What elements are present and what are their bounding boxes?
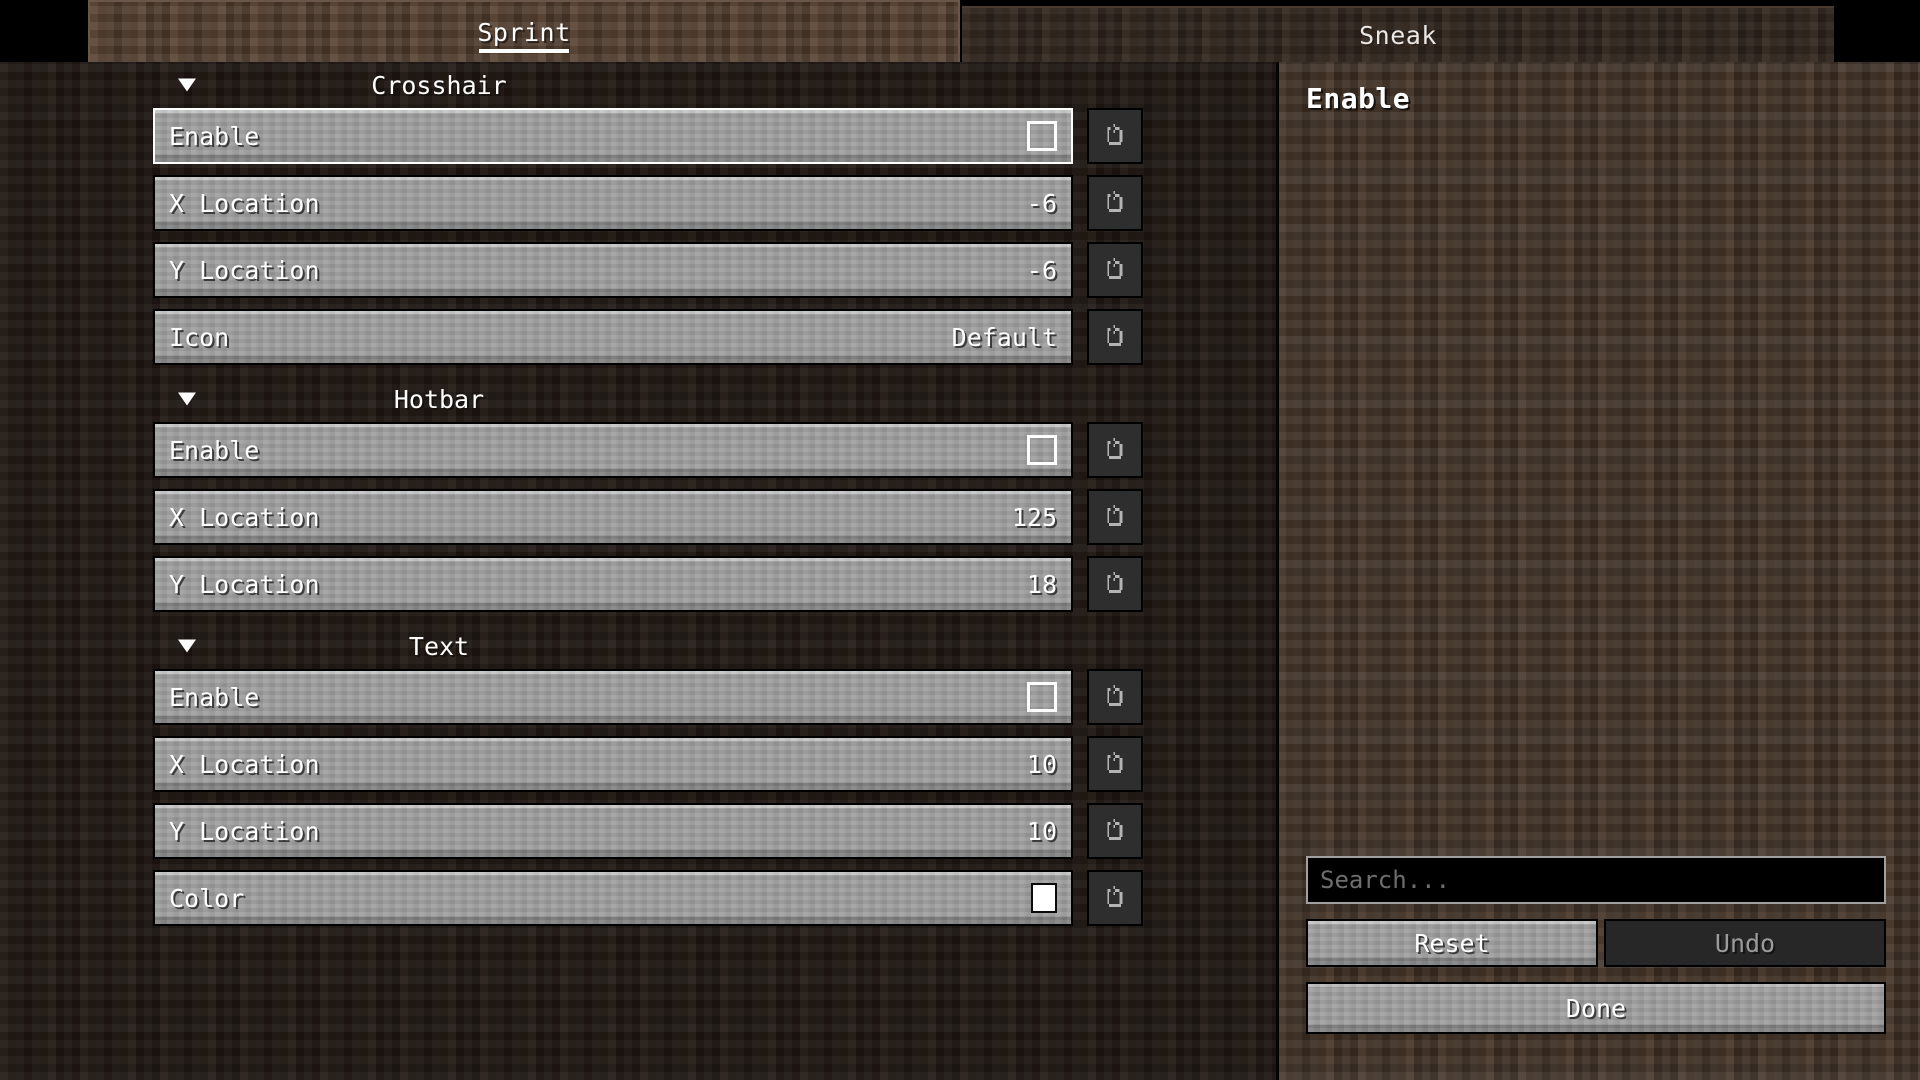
option-widget[interactable]: X Location -6 [153,175,1073,231]
option-widget[interactable]: X Location 125 [153,489,1073,545]
tab-sneak-label: Sneak [1359,20,1437,50]
option-row-hotbar-enable[interactable]: Enable [0,422,1278,478]
reset-button-crosshair-enable[interactable] [1087,108,1143,164]
search-input[interactable]: Search... [1306,856,1886,904]
reset-button-hotbar-enable[interactable] [1087,422,1143,478]
option-widget[interactable]: Enable [153,422,1073,478]
undo-arrow-icon [1107,258,1123,279]
color-swatch[interactable] [1031,883,1057,913]
option-widget[interactable]: X Location 10 [153,736,1073,792]
checkbox-icon[interactable] [1027,435,1057,465]
option-label: Enable [169,121,260,151]
triangle-down-icon[interactable] [178,639,196,653]
undo-arrow-icon [1107,572,1123,593]
option-widget[interactable]: Enable [153,108,1073,164]
reset-button-crosshair-x[interactable] [1087,175,1143,231]
option-value: 10 [1026,816,1057,846]
option-label: Enable [169,682,260,712]
option-label: Icon [169,322,230,352]
option-value: 10 [1026,749,1057,779]
reset-button-text-y[interactable] [1087,803,1143,859]
option-widget[interactable]: Icon Default [153,309,1073,365]
option-row-hotbar-y[interactable]: Y Location 18 [0,556,1278,612]
option-label: X Location [169,502,320,532]
reset-button-text-enable[interactable] [1087,669,1143,725]
option-value: -6 [1026,255,1057,285]
option-widget[interactable]: Y Location 18 [153,556,1073,612]
section-header-hotbar[interactable]: Hotbar [0,376,1278,422]
option-value: Default [951,322,1057,352]
option-row-crosshair-icon[interactable]: Icon Default [0,309,1278,365]
reset-button-hotbar-x[interactable] [1087,489,1143,545]
detail-title: Enable [1306,82,1411,115]
section-header-text[interactable]: Text [0,623,1278,669]
option-row-hotbar-x[interactable]: X Location 125 [0,489,1278,545]
undo-arrow-icon [1107,685,1123,706]
reset-button-text-x[interactable] [1087,736,1143,792]
option-row-text-x[interactable]: X Location 10 [0,736,1278,792]
option-widget[interactable]: Y Location 10 [153,803,1073,859]
option-row-text-enable[interactable]: Enable [0,669,1278,725]
undo-arrow-icon [1107,325,1123,346]
option-label: Y Location [169,569,320,599]
triangle-down-icon[interactable] [178,78,196,92]
reset-button-hotbar-y[interactable] [1087,556,1143,612]
option-row-text-y[interactable]: Y Location 10 [0,803,1278,859]
done-button[interactable]: Done [1306,982,1886,1034]
pane-divider [1276,62,1279,1080]
option-row-crosshair-x[interactable]: X Location -6 [0,175,1278,231]
active-tab-underline [479,49,569,53]
option-widget[interactable]: Y Location -6 [153,242,1073,298]
option-value: -6 [1026,188,1057,218]
reset-button-text-color[interactable] [1087,870,1143,926]
option-label: X Location [169,749,320,779]
tab-bar: Sprint Sneak [0,0,1920,62]
reset-button-crosshair-y[interactable] [1087,242,1143,298]
option-row-crosshair-y[interactable]: Y Location -6 [0,242,1278,298]
undo-arrow-icon [1107,886,1123,907]
undo-button: Undo [1604,919,1886,967]
undo-arrow-icon [1107,819,1123,840]
reset-button-crosshair-icon[interactable] [1087,309,1143,365]
tab-sneak[interactable]: Sneak [962,6,1834,62]
section-header-crosshair[interactable]: Crosshair [0,62,1278,108]
checkbox-icon[interactable] [1027,682,1057,712]
undo-arrow-icon [1107,752,1123,773]
option-label: Y Location [169,255,320,285]
tab-sprint[interactable]: Sprint [88,0,960,62]
undo-arrow-icon [1107,505,1123,526]
detail-pane: Enable Search... Reset Undo Done [1278,62,1920,1080]
option-value: 18 [1026,569,1057,599]
undo-arrow-icon [1107,191,1123,212]
tab-sprint-label: Sprint [477,17,571,47]
options-list-pane: Crosshair Enable X Location -6 Y Locatio… [0,62,1278,1080]
undo-arrow-icon [1107,438,1123,459]
option-value: 125 [1011,502,1057,532]
search-placeholder: Search... [1320,866,1451,894]
undo-arrow-icon [1107,124,1123,145]
option-row-text-color[interactable]: Color [0,870,1278,926]
option-row-crosshair-enable[interactable]: Enable [0,108,1278,164]
option-label: X Location [169,188,320,218]
option-widget[interactable]: Color [153,870,1073,926]
triangle-down-icon[interactable] [178,392,196,406]
option-label: Y Location [169,816,320,846]
option-label: Color [169,883,245,913]
option-label: Enable [169,435,260,465]
reset-button[interactable]: Reset [1306,919,1598,967]
checkbox-icon[interactable] [1027,121,1057,151]
option-widget[interactable]: Enable [153,669,1073,725]
